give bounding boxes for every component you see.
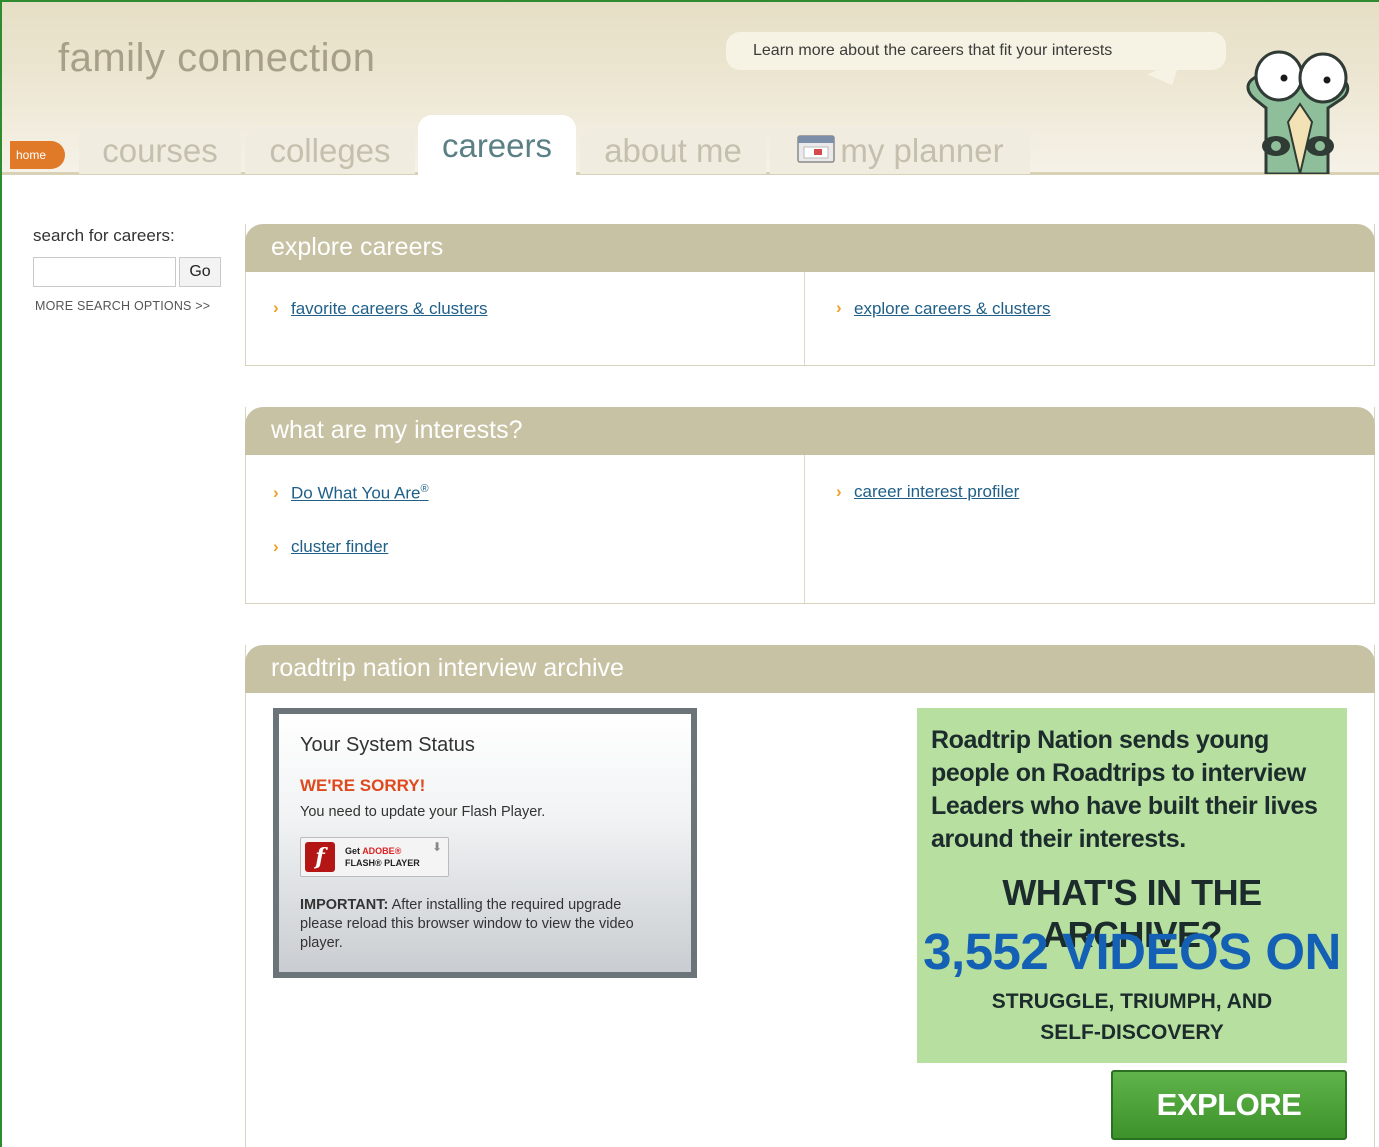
brand-title: family connection — [58, 36, 376, 80]
flash-status-box: Your System Status WE'RE SORRY! You need… — [273, 708, 697, 978]
promo-subtitle: STRUGGLE, TRIUMPH, AND SELF-DISCOVERY — [917, 986, 1347, 1048]
tab-courses[interactable]: courses — [79, 126, 241, 174]
search-label: search for careers: — [33, 226, 175, 245]
chevron-right-icon: › — [836, 298, 842, 317]
important-label: IMPORTANT: — [300, 897, 389, 913]
tab-colleges[interactable]: colleges — [245, 126, 415, 174]
chevron-right-icon: › — [273, 537, 279, 556]
panel-divider — [804, 455, 805, 603]
tab-my-planner-label: my planner — [840, 132, 1004, 169]
tip-bubble: Learn more about the careers that fit yo… — [726, 32, 1226, 70]
chevron-right-icon: › — [273, 298, 279, 317]
tab-about-me[interactable]: about me — [580, 126, 766, 174]
flash-badge-get-word: Get — [345, 846, 361, 856]
do-what-you-are-link[interactable]: Do What You Are® — [291, 483, 429, 504]
flash-badge-adobe: ADOBE® — [362, 846, 402, 856]
flash-update-text: You need to update your Flash Player. — [300, 804, 546, 820]
panel-divider — [804, 272, 805, 365]
flash-logo-icon: f — [305, 842, 335, 872]
flash-badge-player: FLASH® PLAYER — [345, 858, 420, 868]
cluster-finder-link[interactable]: cluster finder — [291, 537, 388, 557]
roadtrip-promo: Roadtrip Nation sends young people on Ro… — [917, 708, 1347, 1063]
explore-careers-link[interactable]: explore careers & clusters — [854, 299, 1051, 319]
mascot-icon — [1246, 50, 1350, 174]
interests-panel: what are my interests? › Do What You Are… — [245, 407, 1375, 604]
registered-mark: ® — [420, 483, 429, 495]
tab-my-planner[interactable]: my planner — [770, 126, 1030, 174]
more-search-options-link[interactable]: MORE SEARCH OPTIONS >> — [35, 299, 210, 313]
flash-important-note: IMPORTANT: After installing the required… — [300, 896, 640, 953]
promo-subtitle-line1: STRUGGLE, TRIUMPH, AND — [991, 990, 1273, 1013]
panel-title: explore careers — [245, 224, 1375, 272]
promo-subtitle-line2: SELF-DISCOVERY — [1040, 1021, 1224, 1044]
chevron-right-icon: › — [836, 482, 842, 501]
download-arrow-icon: ⬇ — [432, 840, 443, 854]
favorite-careers-link[interactable]: favorite careers & clusters — [291, 299, 488, 319]
panel-title: what are my interests? — [245, 407, 1375, 455]
career-search-input[interactable] — [33, 257, 176, 287]
career-interest-profiler-link[interactable]: career interest profiler — [854, 482, 1019, 502]
do-what-you-are-label: Do What You Are — [291, 483, 421, 503]
get-flash-player-button[interactable]: f Get ADOBE® FLASH® PLAYER ⬇ — [300, 837, 449, 877]
tab-careers[interactable]: careers — [418, 115, 576, 175]
flash-sorry-text: WE'RE SORRY! — [300, 776, 426, 795]
explore-careers-panel: explore careers › favorite careers & clu… — [245, 224, 1375, 366]
panel-title: roadtrip nation interview archive — [245, 645, 1375, 693]
flash-badge-get: Get ADOBE® — [345, 846, 401, 856]
calendar-icon — [797, 135, 836, 163]
promo-video-count: 3,552 VIDEOS ON — [923, 923, 1341, 980]
flash-status-title: Your System Status — [300, 734, 475, 756]
explore-more-button[interactable]: EXPLORE MORE — [1111, 1070, 1347, 1140]
home-button[interactable]: home — [10, 141, 65, 169]
go-button[interactable]: Go — [179, 257, 221, 287]
promo-intro: Roadtrip Nation sends young people on Ro… — [931, 726, 1318, 853]
chevron-right-icon: › — [273, 483, 279, 502]
